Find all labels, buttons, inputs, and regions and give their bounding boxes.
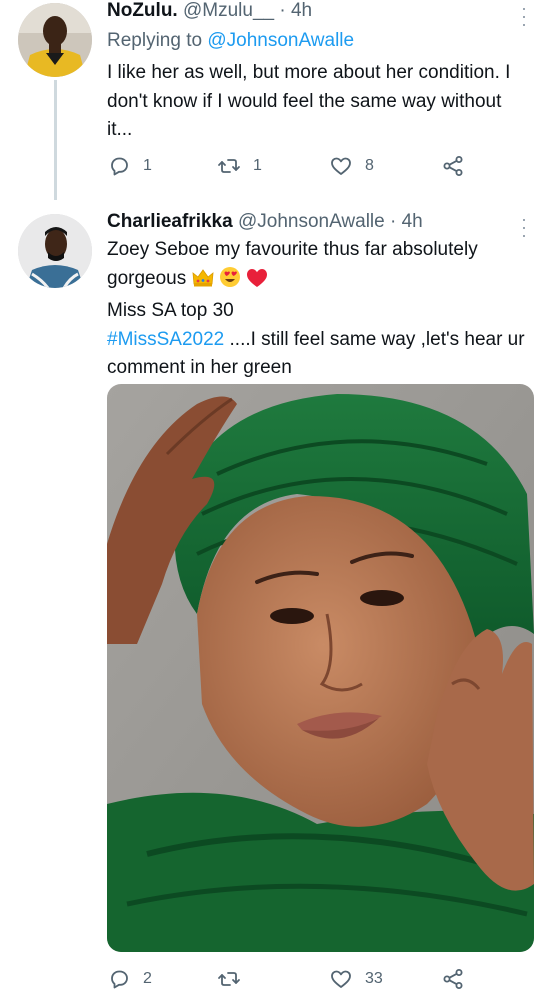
like-icon [331,157,351,175]
tweet-nozulu: NoZulu. @Mzulu__ · 4h · · · Replying to @J… [0,0,551,205]
reply-count: 1 [143,157,152,174]
replying-to-label: Replying to [107,30,203,51]
like-button[interactable]: 8 [329,154,374,178]
timestamp[interactable]: · 4h [279,0,312,21]
replying-to: Replying to @JohnsonAwalle [107,30,354,52]
red-heart-emoji-icon [246,268,268,298]
reply-mention-link[interactable]: @JohnsonAwalle [207,30,354,51]
like-button[interactable]: 33 [329,967,383,991]
retweet-button[interactable]: 1 [217,154,262,178]
portrait-photo-image [107,384,534,952]
tweet-actions: 1 1 8 [107,154,477,184]
like-count: 33 [365,970,383,987]
tweet-text: Zoey Seboe my favourite thus far absolut… [107,236,527,383]
reply-icon [111,157,128,176]
heart-eyes-emoji-icon [219,266,241,298]
reply-button[interactable]: 2 [107,967,152,991]
tweet-text-line: Zoey Seboe my favourite thus far absolut… [107,239,478,289]
tweet-actions: 2 33 [107,967,477,997]
display-name[interactable]: NoZulu. [107,0,178,21]
tweet-header: NoZulu. @Mzulu__ · 4h [107,0,312,22]
more-icon[interactable]: · · · [521,0,527,33]
reply-button[interactable]: 1 [107,154,152,178]
like-count: 8 [365,157,374,174]
retweet-button[interactable] [217,967,253,991]
share-icon [443,969,463,989]
retweet-icon [218,159,240,173]
retweet-icon [218,972,240,986]
tweet-header: Charlieafrikka @JohnsonAwalle · 4h [107,211,423,233]
timestamp[interactable]: · 4h [390,211,423,232]
reply-icon [111,970,128,989]
tweet-text-line: Miss SA top 30 [107,300,234,321]
share-icon [443,156,463,176]
avatar-charlieafrikka[interactable] [18,214,92,288]
crown-emoji-icon [192,268,214,298]
like-icon [331,970,351,988]
tweet-photo[interactable] [107,384,534,952]
user-handle[interactable]: @JohnsonAwalle [238,211,385,232]
hashtag-link[interactable]: #MissSA2022 [107,329,224,350]
avatar-nozulu[interactable] [18,3,92,77]
share-button[interactable] [441,967,465,991]
display-name[interactable]: Charlieafrikka [107,211,233,232]
user-handle[interactable]: @Mzulu__ [183,0,274,21]
retweet-count: 1 [253,157,262,174]
reply-count: 2 [143,970,152,987]
tweet-text: I like her as well, but more about her c… [107,62,511,140]
share-button[interactable] [441,154,465,178]
thread-connector-line [54,80,57,200]
